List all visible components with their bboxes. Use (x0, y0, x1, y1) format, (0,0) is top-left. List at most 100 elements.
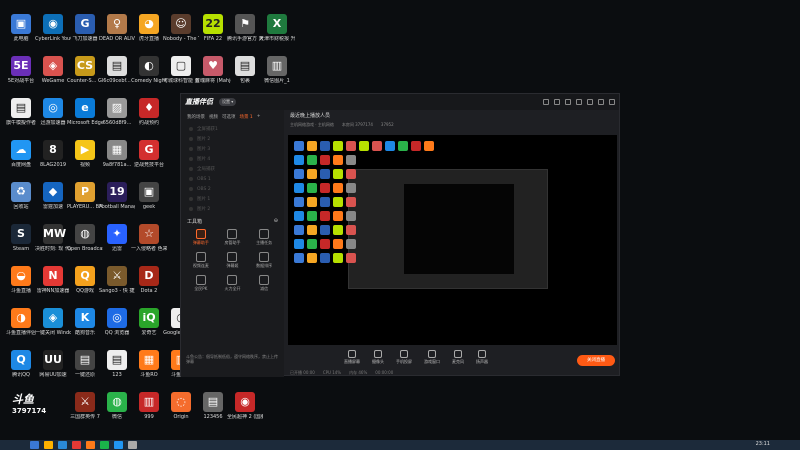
scene-item[interactable]: 图片 4 (181, 154, 284, 164)
scene-item[interactable]: 图片 2 (181, 204, 284, 214)
scene-item[interactable]: OBS 2 (181, 184, 284, 194)
desktop-icon[interactable]: ◕ 虎牙直播 (131, 14, 167, 56)
source-button[interactable]: 手机投屏 (396, 349, 412, 365)
taskbar-app-icon[interactable] (44, 441, 53, 449)
desktop-icon[interactable]: N 雷神NN加速器 (35, 266, 71, 308)
scene-tab[interactable]: + (257, 114, 261, 120)
toolbox-item[interactable]: 弹幕姬 (217, 252, 249, 269)
desktop-icon[interactable]: ◐ Comedy Night (131, 56, 167, 98)
scene-tab[interactable]: 视频 (209, 114, 218, 120)
desktop-icon[interactable]: ◈ WeGame (35, 56, 71, 98)
desktop-icon[interactable]: e Microsoft Edge (67, 98, 103, 140)
desktop-icon[interactable]: ▤ 6c09cebf... (99, 56, 135, 98)
desktop-icon[interactable]: ▥ 999 (131, 392, 167, 434)
scene-visibility-icon[interactable] (189, 177, 193, 181)
toolbox-item[interactable]: 全民PK (185, 275, 217, 292)
desktop-icon[interactable]: ⚔ 三国群英传 7 (67, 392, 103, 434)
scene-visibility-icon[interactable] (189, 127, 193, 131)
toolbox-item[interactable]: 数据排序 (248, 252, 280, 269)
taskbar-app-icon[interactable] (58, 441, 67, 449)
desktop-icon[interactable]: ▥ 微信图片_1 (259, 56, 295, 98)
desktop-icon[interactable]: K 酷狗音乐 (67, 308, 103, 350)
close-icon[interactable] (609, 99, 615, 105)
desktop-icon[interactable]: ▨ 6560d8f9... (99, 98, 135, 140)
desktop-icon[interactable]: ▦ 9a8f781a... (99, 140, 135, 182)
desktop-icon[interactable]: G 飞刀加速器 (67, 14, 103, 56)
message-icon[interactable] (554, 99, 560, 105)
settings-badge[interactable]: 设置 ▾ (219, 98, 237, 106)
desktop-icon[interactable]: ▤ 123 (99, 350, 135, 392)
desktop-icon[interactable]: CS Counter-S... Global Off... (67, 56, 103, 98)
desktop-icon[interactable]: ⚑ 腾讯手游官方 对战平台 (227, 14, 263, 56)
desktop-icon[interactable]: ◎ 迅游加速器 (35, 98, 71, 140)
desktop-icon[interactable]: iQ 爱奇艺 (131, 308, 167, 350)
desktop-icon[interactable]: X 天津市财税报 升补装收 (259, 14, 295, 56)
desktop-icon[interactable]: MW 决胜时刻: 现 代战争 (35, 224, 71, 266)
desktop-icon[interactable]: ☁ 百度网盘 (3, 140, 39, 182)
scene-visibility-icon[interactable] (189, 147, 193, 151)
desktop-icon[interactable]: ♦ 约战预约 (131, 98, 167, 140)
gift-icon[interactable] (565, 99, 571, 105)
scene-visibility-icon[interactable] (189, 167, 193, 171)
source-button[interactable]: 麦克风 (452, 349, 464, 365)
desktop-icon[interactable]: ☺ Nobody - The Turna... (163, 14, 199, 56)
toolbox-item[interactable]: 减信 (248, 275, 280, 292)
desktop-icon[interactable]: ▤ 包裹 (227, 56, 263, 98)
desktop-icon[interactable]: UU 网易UU加速 (35, 350, 71, 392)
source-button[interactable]: 直播屏幕 (344, 349, 360, 365)
menu-icon[interactable] (576, 99, 582, 105)
scene-item[interactable]: 全局捕获 (181, 164, 284, 174)
taskbar-app-icon[interactable] (30, 441, 39, 449)
scene-visibility-icon[interactable] (189, 197, 193, 201)
scene-visibility-icon[interactable] (189, 137, 193, 141)
desktop-icon[interactable]: ☆ 一入侵略者 色来件事 (131, 224, 167, 266)
taskbar-app-icon[interactable] (86, 441, 95, 449)
taskbar-app-icon[interactable] (128, 441, 137, 449)
toolbox-item[interactable]: 主播任务 (248, 229, 280, 246)
taskbar-app-icon[interactable] (100, 441, 109, 449)
desktop-icon[interactable]: ◈ 一键关闭 Window... (35, 308, 71, 350)
stop-live-button[interactable]: 关闭直播 (577, 355, 615, 366)
scene-item[interactable]: 图片 1 (181, 194, 284, 204)
desktop-icon[interactable]: ▢ 可城球科智能 血浆点滴 (163, 56, 199, 98)
desktop-icon[interactable]: ♻ 回收站 (3, 182, 39, 224)
source-button[interactable]: 扬声器 (476, 349, 488, 365)
desktop-icon[interactable]: Q 腾讯QQ (3, 350, 39, 392)
scene-visibility-icon[interactable] (189, 207, 193, 211)
desktop-icon[interactable]: 22 FIFA 22 (195, 14, 231, 56)
desktop-icon[interactable]: 5E 5E对战平台 (3, 56, 39, 98)
scene-visibility-icon[interactable] (189, 157, 193, 161)
source-button[interactable]: 游戏窗口 (424, 349, 440, 365)
desktop-icon[interactable]: ◉ CyberLink YouCam 7 (35, 14, 71, 56)
scene-tab[interactable]: 我的场景 (187, 114, 205, 120)
room-title[interactable]: 最近晚上播放人员 (290, 112, 615, 119)
desktop-icon[interactable]: ▦ 斗鱼RO (131, 350, 167, 392)
stream-preview[interactable] (288, 135, 617, 345)
toolbox-item[interactable]: 房管助手 (217, 229, 249, 246)
desktop-icon[interactable]: ▤ 一键还原 (67, 350, 103, 392)
desktop-icon[interactable]: G 逆战竞技平台 (131, 140, 167, 182)
desktop-icon[interactable]: ♥ 雀魂麻将 (Mahjong... (195, 56, 231, 98)
desktop-icon[interactable]: ✦ 迅雷 (99, 224, 135, 266)
desktop-icon[interactable]: Q QQ游戏 (67, 266, 103, 308)
desktop-icon[interactable]: ▤ 123456 (195, 392, 231, 434)
scene-item[interactable]: 图片 2 (181, 134, 284, 144)
desktop-icon[interactable]: P PLAYERU... BATTLEGR... (67, 182, 103, 224)
scene-item[interactable]: 图片 3 (181, 144, 284, 154)
toolbox-add-icon[interactable]: ⊖ (274, 218, 278, 225)
source-button[interactable]: 摄像头 (372, 349, 384, 365)
desktop-icon[interactable]: ◉ 全民超神 2 (国服) (227, 392, 263, 434)
desktop-icon[interactable]: D Dota 2 (131, 266, 167, 308)
desktop-icon[interactable]: ▣ 此电脑 (3, 14, 39, 56)
scene-item[interactable]: OBS 1 (181, 174, 284, 184)
desktop-icon[interactable]: ◍ Open Broadcast... (67, 224, 103, 266)
scene-item[interactable]: 全屏捕获1 (181, 124, 284, 134)
scene-visibility-icon[interactable] (189, 187, 193, 191)
desktop-icon[interactable]: ♀ DEAD OR ALIVE X... (99, 14, 135, 56)
scene-tab[interactable]: 可选项 (222, 114, 236, 120)
desktop-icon[interactable]: 8 8LAG2019 (35, 140, 71, 182)
desktop-icon[interactable]: S Steam (3, 224, 39, 266)
desktop-icon[interactable]: ◒ 斗鱼直播 (3, 266, 39, 308)
maximize-icon[interactable] (598, 99, 604, 105)
desktop-icon[interactable]: ◍ 微信 (99, 392, 135, 434)
